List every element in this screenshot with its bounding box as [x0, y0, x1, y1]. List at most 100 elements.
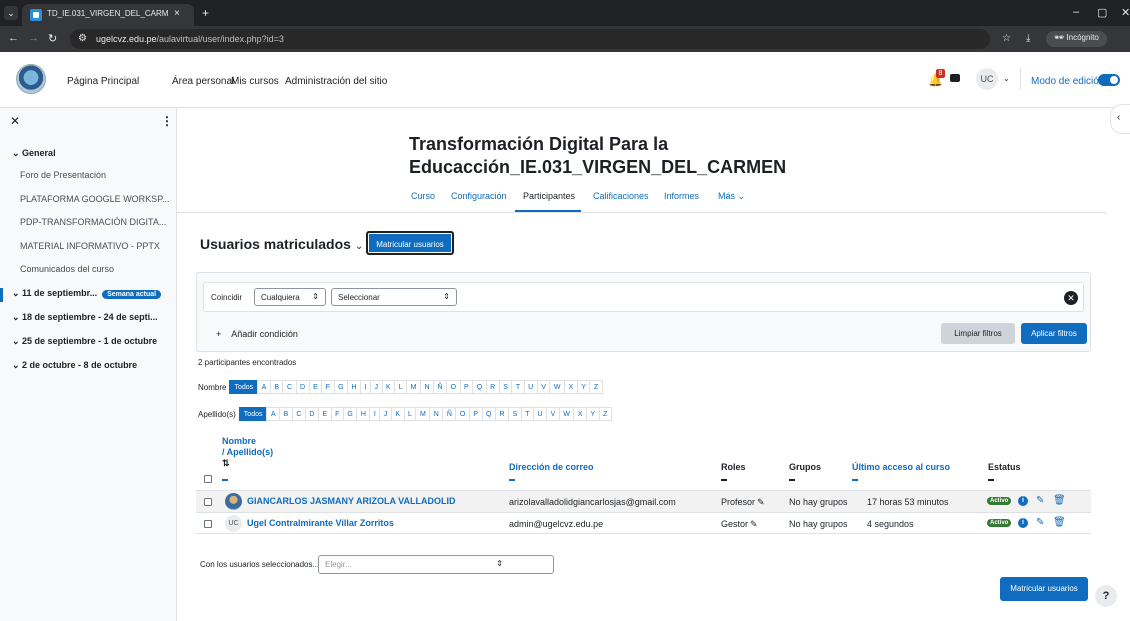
initial-letter-button[interactable]: P: [459, 380, 474, 394]
initial-letter-button[interactable]: O: [446, 380, 461, 394]
site-info-icon[interactable]: ⚙: [78, 33, 87, 44]
initial-letter-button[interactable]: M: [406, 380, 421, 394]
minimize-icon[interactable]: –: [1073, 6, 1079, 18]
initial-letter-button[interactable]: K: [381, 380, 396, 394]
initial-letter-button[interactable]: U: [523, 380, 538, 394]
edit-mode-toggle[interactable]: [1098, 74, 1120, 86]
initial-letter-button[interactable]: Z: [589, 380, 603, 394]
filter-type-select[interactable]: Seleccionar ⇕: [331, 288, 457, 306]
initial-letter-button[interactable]: Q: [472, 380, 487, 394]
nav-site-admin-link[interactable]: Administración del sitio: [285, 76, 387, 87]
initial-letter-button[interactable]: B: [279, 407, 293, 421]
initial-letter-button[interactable]: D: [304, 407, 319, 421]
initial-letter-button[interactable]: T: [511, 380, 525, 394]
initial-letter-button[interactable]: A: [257, 380, 271, 394]
initial-letter-button[interactable]: Ñ: [433, 380, 448, 394]
tab-search-chevron-icon[interactable]: ⌄: [4, 6, 18, 20]
initial-letter-button[interactable]: E: [308, 380, 323, 394]
section-week-1[interactable]: ⌄ 11 de septiembr... Semana actual: [12, 288, 162, 299]
tab-grades[interactable]: Calificaciones: [593, 191, 649, 201]
initial-letter-button[interactable]: T: [520, 407, 535, 421]
tab-settings[interactable]: Configuración: [451, 191, 507, 201]
unenrol-trash-icon[interactable]: 🗑: [1053, 517, 1066, 528]
incognito-badge[interactable]: 🕶 Incógnito: [1046, 31, 1107, 47]
initial-letter-button[interactable]: G: [342, 407, 358, 421]
initial-letter-button[interactable]: V: [536, 380, 551, 394]
initial-letter-button[interactable]: G: [333, 380, 349, 394]
initial-letter-button[interactable]: W: [558, 407, 575, 421]
section-week-3[interactable]: ⌄ 25 de septiembre - 1 de octubre: [12, 336, 157, 347]
add-condition-button[interactable]: + Añadir condición: [216, 329, 298, 339]
initial-letter-button[interactable]: O: [455, 407, 470, 421]
user-name-link[interactable]: GIANCARLOS JASMANY ARIZOLA VALLADOLID: [247, 496, 456, 506]
collapse-column-icon[interactable]: [509, 479, 515, 481]
section-general[interactable]: ⌄ General: [12, 148, 56, 159]
collapse-column-icon[interactable]: [852, 479, 858, 481]
messages-icon[interactable]: [950, 74, 960, 82]
initial-letter-button[interactable]: W: [549, 380, 566, 394]
browser-tab[interactable]: TD_IE.031_VIRGEN_DEL_CARME ×: [22, 4, 194, 26]
edit-enrolment-pencil-icon[interactable]: ✎: [1036, 495, 1044, 506]
initial-letter-button[interactable]: V: [546, 407, 560, 421]
apply-filters-button[interactable]: Aplicar filtros: [1021, 323, 1087, 344]
enrol-users-button[interactable]: Matricular usuarios: [366, 231, 454, 255]
tab-close-icon[interactable]: ×: [174, 8, 180, 19]
drawer-activity[interactable]: Foro de Presentación: [20, 170, 106, 180]
collapse-column-icon[interactable]: [988, 479, 994, 481]
initial-letter-button[interactable]: B: [269, 380, 284, 394]
close-drawer-icon[interactable]: ✕: [10, 114, 20, 128]
initial-all-button[interactable]: Todos: [229, 380, 259, 394]
initial-letter-button[interactable]: R: [495, 407, 510, 421]
user-name-link[interactable]: Ugel Contralmirante Villar Zorritos: [247, 518, 394, 528]
initial-letter-button[interactable]: A: [266, 407, 281, 421]
initial-letter-button[interactable]: E: [317, 407, 332, 421]
initial-letter-button[interactable]: H: [347, 380, 362, 394]
initial-letter-button[interactable]: R: [485, 380, 500, 394]
initial-letter-button[interactable]: S: [508, 407, 522, 421]
tab-reports[interactable]: Informes: [664, 191, 699, 201]
initial-all-button[interactable]: Todos: [238, 407, 268, 421]
user-avatar[interactable]: UC: [976, 68, 998, 90]
initial-letter-button[interactable]: C: [282, 380, 297, 394]
tab-participants[interactable]: Participantes: [523, 191, 575, 201]
row-checkbox[interactable]: [204, 520, 212, 528]
row-checkbox[interactable]: [204, 498, 212, 506]
bookmark-star-icon[interactable]: ☆: [1002, 33, 1011, 44]
nav-dashboard-link[interactable]: Área personal: [172, 76, 234, 87]
remove-filter-row-icon[interactable]: ✕: [1064, 291, 1078, 305]
enrolment-info-icon[interactable]: i: [1018, 496, 1028, 506]
initial-letter-button[interactable]: N: [429, 407, 444, 421]
initial-letter-button[interactable]: F: [330, 407, 344, 421]
drawer-options-icon[interactable]: ⋮: [161, 114, 173, 128]
initial-letter-button[interactable]: N: [419, 380, 435, 394]
user-initials-avatar[interactable]: UC: [225, 515, 242, 532]
initial-letter-button[interactable]: S: [498, 380, 513, 394]
open-block-drawer-chevron-icon[interactable]: ‹: [1110, 104, 1130, 134]
enrol-users-button-bottom[interactable]: Matricular usuarios: [1000, 577, 1088, 601]
initial-letter-button[interactable]: D: [295, 380, 310, 394]
initial-letter-button[interactable]: Z: [598, 407, 612, 421]
section-week-4[interactable]: ⌄ 2 de octubre - 8 de octubre: [12, 360, 137, 371]
col-email-header[interactable]: Dirección de correo: [509, 462, 594, 472]
collapse-column-icon[interactable]: [721, 479, 727, 481]
download-icon[interactable]: ⤓: [1026, 33, 1030, 44]
close-window-icon[interactable]: ✕: [1121, 6, 1130, 19]
drawer-activity[interactable]: PLATAFORMA GOOGLE WORKSP...: [20, 194, 170, 204]
user-menu-chevron-icon[interactable]: ⌄: [1003, 74, 1010, 83]
new-tab-plus-icon[interactable]: +: [202, 6, 209, 20]
page-heading[interactable]: Usuarios matriculados ⌄: [200, 236, 363, 252]
tab-more[interactable]: Más ⌄: [718, 191, 745, 202]
back-icon[interactable]: ←: [8, 32, 19, 44]
col-last-access-header[interactable]: Último acceso al curso: [852, 462, 950, 472]
edit-role-pencil-icon[interactable]: ✎: [757, 497, 765, 507]
initial-letter-button[interactable]: H: [356, 407, 371, 421]
collapse-column-icon[interactable]: [222, 479, 228, 481]
edit-enrolment-pencil-icon[interactable]: ✎: [1036, 517, 1044, 528]
section-week-2[interactable]: ⌄ 18 de septiembre - 24 de septi...: [12, 312, 158, 323]
initial-letter-button[interactable]: Ñ: [442, 407, 457, 421]
reload-icon[interactable]: ↻: [48, 32, 57, 45]
initial-letter-button[interactable]: X: [564, 380, 578, 394]
bulk-action-select[interactable]: Elegir... ⇕: [318, 555, 554, 574]
site-logo[interactable]: [16, 64, 46, 94]
initial-letter-button[interactable]: Y: [586, 407, 600, 421]
